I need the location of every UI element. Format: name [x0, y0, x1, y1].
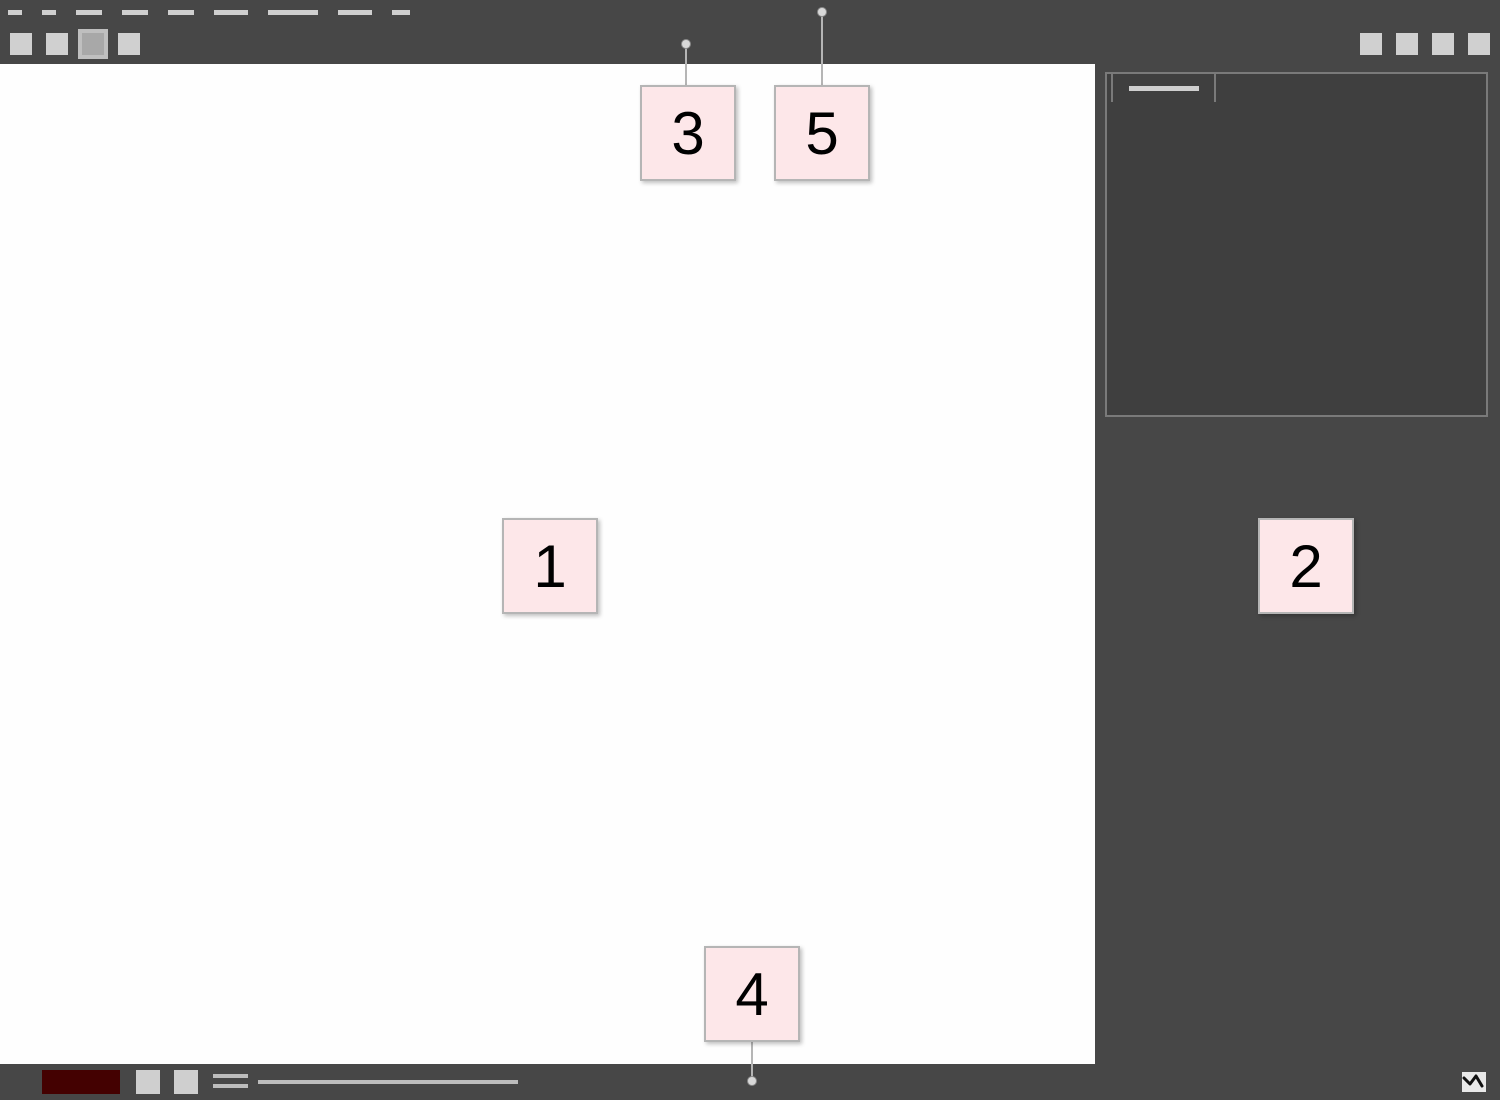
- menu-item-3[interactable]: [122, 10, 148, 15]
- toolbar: [0, 24, 1500, 64]
- menu-item-7[interactable]: [338, 10, 372, 15]
- callout-connector-5: [821, 10, 823, 85]
- color-swatch[interactable]: [42, 1070, 120, 1094]
- tool-button-right-1[interactable]: [1392, 29, 1422, 59]
- menu-item-0[interactable]: [8, 10, 22, 15]
- menu-item-2[interactable]: [76, 10, 102, 15]
- menu-item-5[interactable]: [214, 10, 248, 15]
- callout-dot-5: [817, 7, 827, 17]
- tool-button-left-0[interactable]: [6, 29, 36, 59]
- callout-1: 1: [502, 518, 598, 614]
- callout-dot-4: [747, 1076, 757, 1086]
- callout-2: 2: [1258, 518, 1354, 614]
- tool-button-right-0[interactable]: [1356, 29, 1386, 59]
- menu-item-6[interactable]: [268, 10, 318, 15]
- tool-icon: [1432, 33, 1454, 55]
- tool-icon: [118, 33, 140, 55]
- menubar: [0, 0, 1500, 24]
- tool-icon: [1468, 33, 1490, 55]
- panel-tab-placeholder: [1129, 86, 1199, 91]
- status-button-2[interactable]: [174, 1070, 198, 1094]
- panel-frame: [1105, 72, 1488, 417]
- menu-item-8[interactable]: [392, 10, 410, 15]
- menu-item-1[interactable]: [42, 10, 56, 15]
- menu-item-4[interactable]: [168, 10, 194, 15]
- status-button-1[interactable]: [136, 1070, 160, 1094]
- tool-button-left-1[interactable]: [42, 29, 72, 59]
- panel-tab[interactable]: [1111, 72, 1216, 102]
- status-indicator-lines: [213, 1074, 248, 1088]
- tool-icon: [46, 33, 68, 55]
- zigzag-icon[interactable]: [1462, 1072, 1486, 1092]
- callout-3: 3: [640, 85, 736, 181]
- callout-4: 4: [704, 946, 800, 1042]
- tool-icon: [1360, 33, 1382, 55]
- callout-connector-4: [751, 1042, 753, 1080]
- callout-5: 5: [774, 85, 870, 181]
- tool-icon: [82, 33, 104, 55]
- tool-button-left-2[interactable]: [78, 29, 108, 59]
- callout-dot-3: [681, 39, 691, 49]
- tool-button-right-3[interactable]: [1464, 29, 1494, 59]
- tool-icon: [10, 33, 32, 55]
- slider-track[interactable]: [258, 1080, 518, 1084]
- tool-button-left-3[interactable]: [114, 29, 144, 59]
- tool-button-right-2[interactable]: [1428, 29, 1458, 59]
- tool-icon: [1396, 33, 1418, 55]
